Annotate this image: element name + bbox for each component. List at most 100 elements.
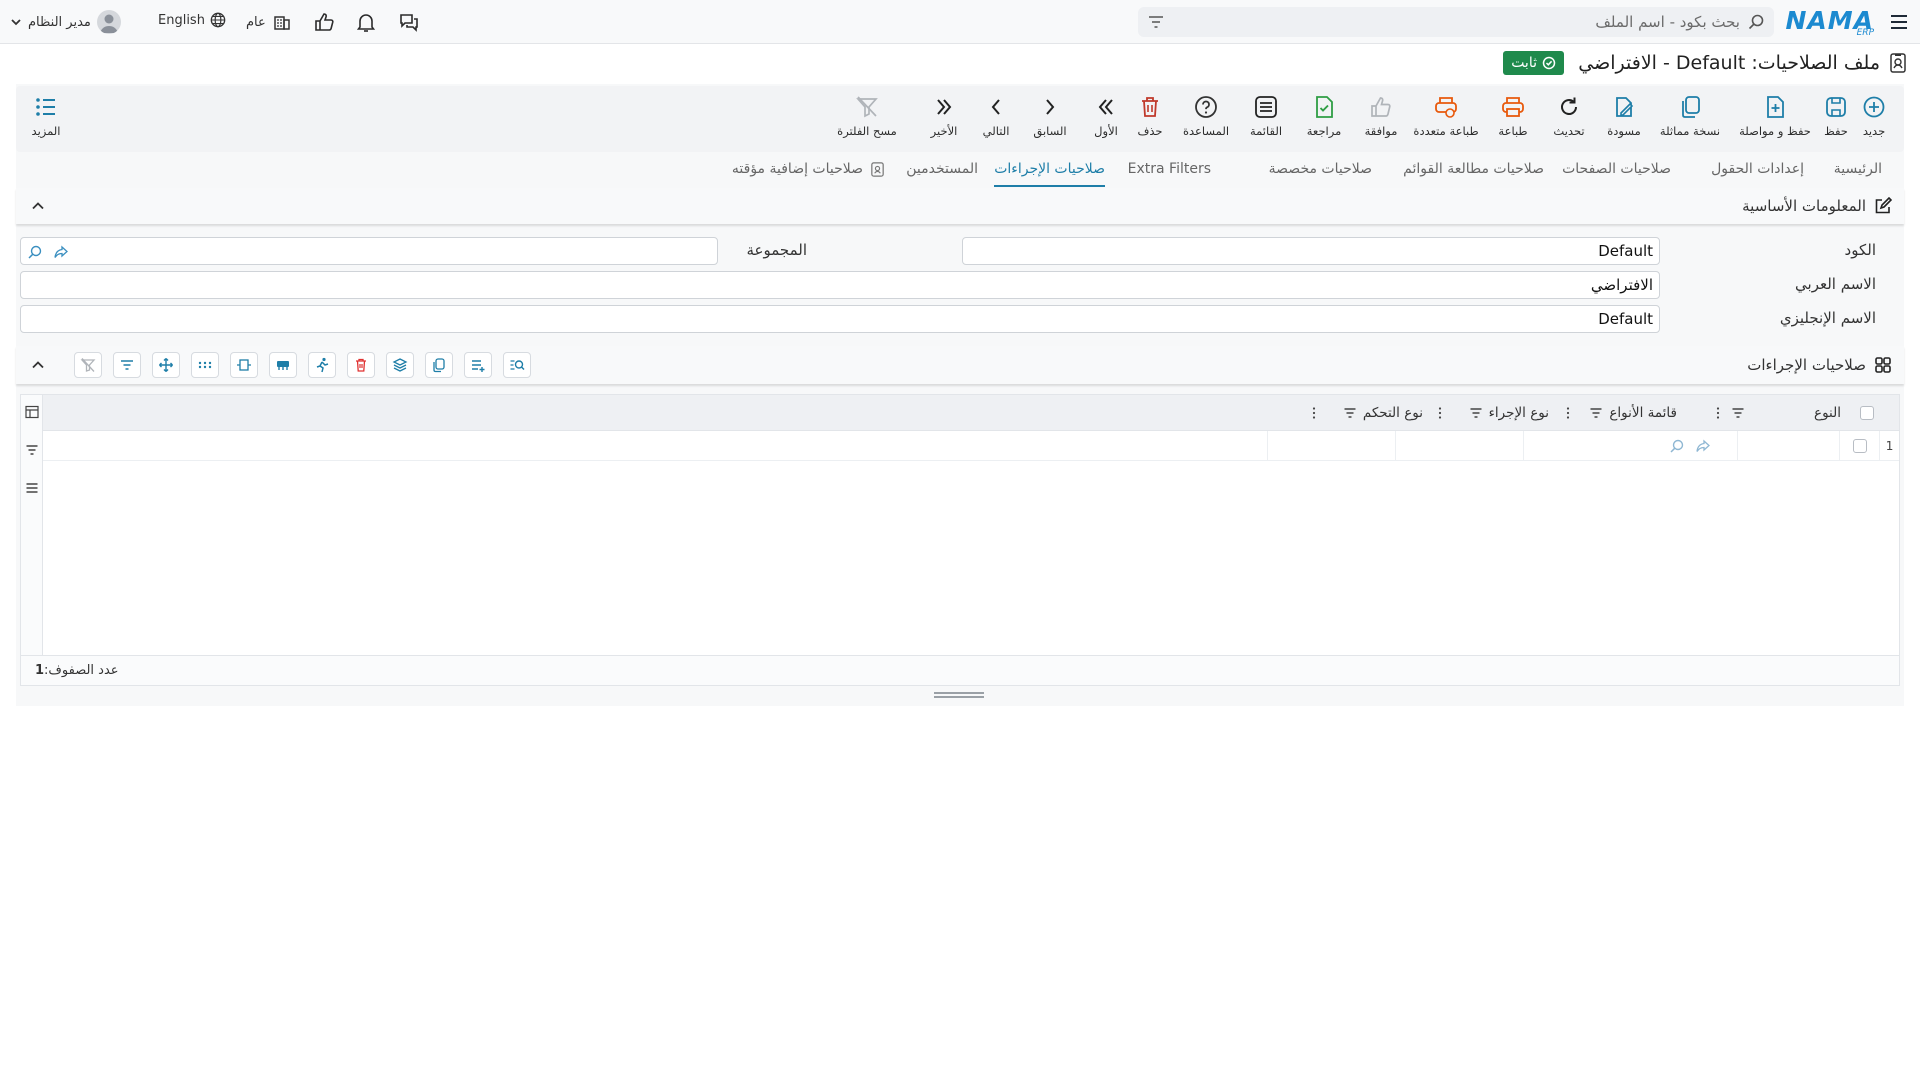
grid-add-row-button[interactable] [464, 352, 492, 378]
select-all-checkbox[interactable] [1860, 406, 1874, 420]
tab-extra-filters[interactable]: Extra Filters [1128, 161, 1211, 187]
cell-control-type[interactable] [1267, 431, 1395, 461]
help-button[interactable]: المساعدة [1178, 94, 1234, 146]
column-header-type[interactable]: النوع [1711, 395, 1841, 431]
grid-icon [1874, 356, 1892, 374]
duplicate-button[interactable]: نسخة مماثلة [1652, 94, 1728, 146]
search-icon[interactable] [1748, 14, 1764, 30]
search-refresh-icon[interactable] [27, 244, 43, 260]
grid-delete-button[interactable] [347, 352, 375, 378]
english-name-field[interactable]: Default [20, 305, 1660, 333]
share-arrow-icon[interactable] [53, 244, 69, 260]
table-view-icon[interactable] [25, 405, 39, 419]
tab-list-view-permissions[interactable]: صلاحيات مطالعة القوائم [1403, 161, 1544, 187]
cell-type[interactable] [1737, 431, 1839, 461]
language-switcher[interactable]: English [158, 12, 226, 28]
multi-print-button[interactable]: طباعة متعددة [1408, 94, 1484, 146]
grid-move-button[interactable] [152, 352, 180, 378]
filter-icon [1344, 408, 1356, 418]
clear-filter-button[interactable]: مسح الفلترة [832, 94, 902, 146]
row-count-label: عدد الصفوف: [44, 663, 119, 678]
previous-record-button[interactable]: السابق [1022, 94, 1078, 146]
save-icon [1826, 97, 1846, 117]
avatar [96, 10, 121, 34]
grid-layers-button[interactable] [386, 352, 414, 378]
last-record-button[interactable]: الأخير [916, 94, 972, 146]
code-field[interactable]: Default [962, 237, 1660, 265]
group-label: المجموعة [746, 241, 807, 259]
save-continue-button[interactable]: حفظ و مواصلة [1733, 94, 1817, 146]
tab-action-permissions[interactable]: صلاحيات الإجراءات [994, 161, 1105, 187]
logo-subtext: ERP [1856, 28, 1874, 38]
filter-icon [1470, 408, 1482, 418]
arabic-name-value: الافتراضي [1590, 276, 1653, 294]
group-field[interactable] [20, 237, 718, 265]
arabic-name-field[interactable]: الافتراضي [20, 271, 1660, 299]
row-checkbox[interactable] [1852, 439, 1867, 453]
action-permissions-header[interactable]: صلاحيات الإجراءات [16, 346, 1904, 384]
column-header-types-list[interactable]: قائمة الأنواع [1561, 395, 1677, 431]
column-header-control-type[interactable]: نوع التحكم [1307, 395, 1423, 431]
grid-search-button[interactable] [503, 352, 531, 378]
next-record-button[interactable]: التالي [968, 94, 1024, 146]
help-icon [1195, 96, 1217, 118]
chevron-up-icon[interactable] [30, 198, 46, 214]
copy-icon [433, 358, 445, 373]
multi-print-icon [1435, 97, 1457, 118]
branch-selector[interactable]: عام [246, 12, 292, 32]
grid-filter-button[interactable] [113, 352, 141, 378]
grid-copy-button[interactable] [425, 352, 453, 378]
search-list-icon [510, 360, 525, 371]
approve-button[interactable]: موافقة [1353, 94, 1409, 146]
search-filter-icon[interactable] [1148, 14, 1164, 30]
share-arrow-icon[interactable] [1695, 438, 1711, 454]
thumbs-up-icon[interactable] [313, 11, 335, 33]
grid-run-button[interactable] [308, 352, 336, 378]
search-input[interactable] [1200, 11, 1740, 33]
grid-clear-filter-button[interactable] [74, 352, 102, 378]
logo[interactable]: NAMA ERP [1786, 6, 1875, 38]
filter-lines-icon[interactable] [25, 443, 39, 457]
chat-icon[interactable] [398, 11, 420, 33]
basic-info-header[interactable]: المعلومات الأساسية [16, 188, 1904, 224]
search-box [1138, 7, 1774, 37]
grid-table-button[interactable] [269, 352, 297, 378]
columns-menu-icon[interactable] [25, 481, 39, 495]
temporary-permissions-icon [871, 162, 884, 177]
list-icon [1255, 96, 1277, 118]
plus-circle-icon [1863, 96, 1885, 118]
more-button[interactable]: المزيد [18, 94, 74, 146]
review-button[interactable]: مراجعة [1296, 94, 1352, 146]
search-refresh-icon[interactable] [1669, 438, 1685, 454]
tab-field-settings[interactable]: إعدادات الحقول [1711, 161, 1804, 187]
cell-types-list[interactable] [1523, 431, 1737, 461]
user-menu[interactable]: مدير النظام [10, 9, 121, 35]
refresh-button[interactable]: تحديث [1541, 94, 1597, 146]
kebab-icon [1438, 407, 1442, 419]
chevron-up-icon[interactable] [30, 357, 46, 373]
tab-main[interactable]: الرئيسية [1834, 161, 1882, 187]
print-button[interactable]: طباعة [1485, 94, 1541, 146]
tab-custom-permissions[interactable]: صلاحيات مخصصة [1269, 161, 1372, 187]
list-button[interactable]: القائمة [1238, 94, 1294, 146]
resize-handle[interactable] [934, 692, 984, 700]
kebab-icon [1716, 407, 1720, 419]
tab-temporary-permissions[interactable]: صلاحيات إضافية مؤقته [732, 161, 886, 187]
column-label: نوع التحكم [1362, 405, 1423, 421]
grid-column-width-button[interactable] [230, 352, 258, 378]
grid-dots-button[interactable] [191, 352, 219, 378]
menu-icon[interactable] [1888, 11, 1910, 33]
table-icon [277, 361, 289, 370]
tab-page-permissions[interactable]: صلاحيات الصفحات [1562, 161, 1671, 187]
tab-users[interactable]: المستخدمين [906, 161, 978, 187]
column-width-icon [237, 359, 251, 371]
column-header-action-type[interactable]: نوع الإجراء [1433, 395, 1549, 431]
bell-icon[interactable] [355, 11, 377, 33]
table-row[interactable]: 1 [43, 431, 1899, 461]
draft-button[interactable]: مسودة [1596, 94, 1652, 146]
filter-icon [1590, 408, 1602, 418]
cell-action-type[interactable] [1395, 431, 1523, 461]
last-icon [937, 99, 952, 115]
first-record-button[interactable]: الأول [1078, 94, 1134, 146]
dots-grid-icon [198, 361, 212, 369]
